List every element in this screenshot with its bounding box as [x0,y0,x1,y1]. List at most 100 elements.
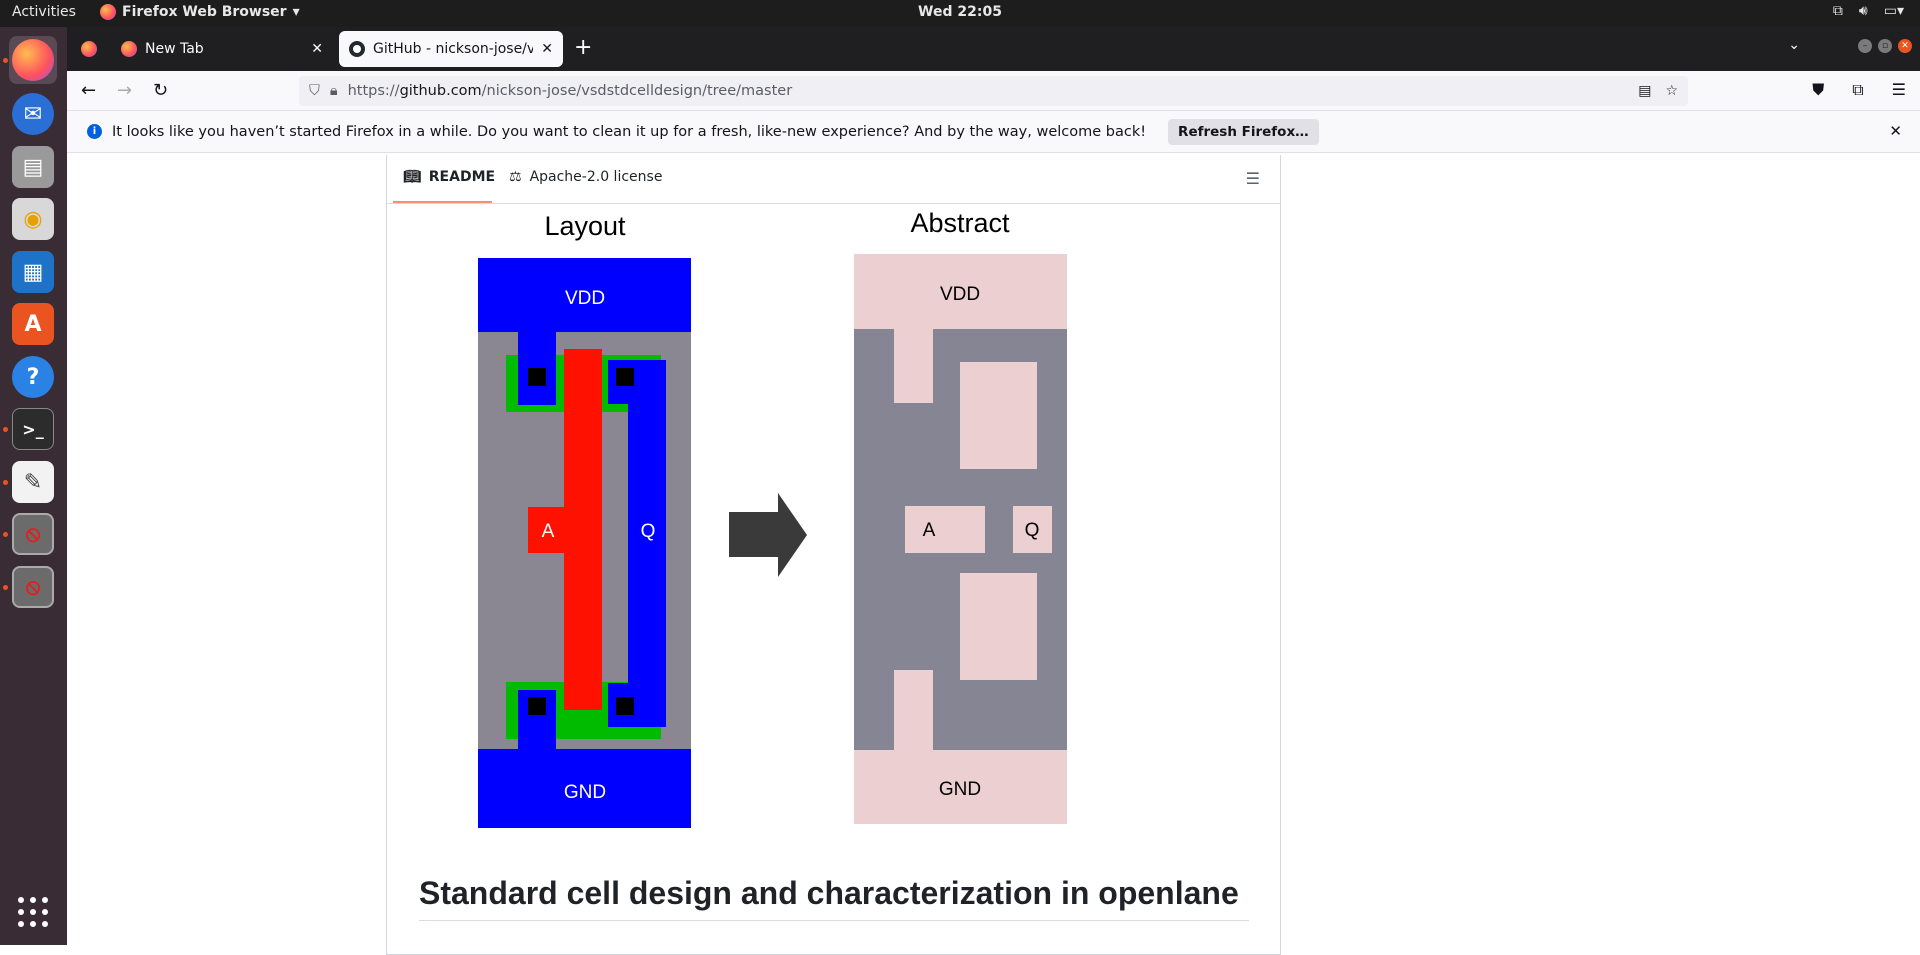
tab-github[interactable]: GitHub - nickson-jose/vsc ✕ [339,31,563,67]
layout-contact [528,368,546,386]
thunderbird-icon: ✉ [12,93,54,135]
system-top-bar: Activities Firefox Web Browser ▾ Wed 22:… [0,0,1920,27]
dock-rhythmbox[interactable]: ◉ [9,195,57,243]
dock-blocked-app-1[interactable]: ⦸ [9,510,57,558]
blocked-app-icon: ⦸ [12,566,54,608]
firefox-view-button[interactable] [71,31,103,67]
back-button[interactable]: ← [81,80,96,101]
arrow-right-icon [729,493,807,577]
chevron-down-icon[interactable]: ⌄ [1788,37,1800,53]
layout-contact [528,697,546,715]
readme-tabs: 📖︎ README ⚖ Apache-2.0 license ☰ [387,155,1280,204]
close-window-button[interactable]: ✕ [1898,39,1912,53]
url-text: https://github.com/nickson-jose/vsdstdce… [347,83,793,99]
abstract-gnd-label: GND [939,779,981,800]
files-icon: ▤ [12,146,54,188]
shield-icon[interactable]: ⛉ [309,83,320,99]
dock-terminal[interactable]: >_ [9,405,57,453]
minimize-button[interactable]: – [1858,39,1872,53]
toolbar-right: ⛊ ⧉ ☰ [1812,80,1906,100]
abstract-title: Abstract [910,208,1010,238]
tab-label: GitHub - nickson-jose/vsc [373,41,534,57]
layout-pin-q: Q [641,521,656,542]
active-tab-underline [393,201,492,203]
layout-contact [616,697,634,715]
help-icon: ? [12,356,54,398]
dock-blocked-app-2[interactable]: ⦸ [9,563,57,611]
tab-bar: New Tab ✕ GitHub - nickson-jose/vsc ✕ + … [67,27,1920,71]
readme-container: 📖︎ README ⚖ Apache-2.0 license ☰ Layout [386,155,1281,955]
blocked-app-icon: ⦸ [12,513,54,555]
notification-message: It looks like you haven’t started Firefo… [112,123,1147,140]
tab-readme[interactable]: 📖︎ README [403,169,495,185]
abstract-blockage [960,573,1037,680]
caret-down-icon: ▾ [292,4,300,20]
close-icon[interactable]: ✕ [541,41,553,57]
dock-firefox[interactable] [9,36,57,84]
menu-icon[interactable]: ☰ [1892,80,1906,100]
forward-button[interactable]: → [117,80,132,101]
layout-title: Layout [544,211,626,241]
clock[interactable]: Wed 22:05 [918,4,1002,20]
dock-text-editor[interactable]: ✎ [9,458,57,506]
section-heading: Standard cell design and characterizatio… [419,875,1249,921]
maximize-button[interactable]: ▫ [1878,39,1892,53]
extensions-icon[interactable]: ⧉ [1852,80,1863,100]
new-tab-button[interactable]: + [574,35,592,60]
abstract-pin-a: A [923,520,936,541]
abstract-vdd-label: VDD [940,284,980,305]
app-menu-label: Firefox Web Browser [122,4,287,20]
info-icon: i [87,124,102,139]
firefox-icon [121,41,137,57]
close-icon[interactable]: ✕ [311,41,323,57]
dock-thunderbird[interactable]: ✉ [9,90,57,138]
layout-to-abstract-figure: Layout VDD GND A Q Abstract VDD GND A Q [478,208,1067,828]
layout-poly-input [528,507,602,553]
tab-label: New Tab [145,41,204,57]
abstract-gnd-strap [894,670,933,752]
scale-icon: ⚖ [509,169,522,185]
layout-vdd-label: VDD [565,288,605,309]
dock: ✉ ▤ ◉ ▦ A ? >_ ✎ ⦸ ⦸ [0,27,67,945]
dock-software[interactable]: A [9,300,57,348]
running-indicator [3,480,8,485]
abstract-pin-a-block [905,506,985,553]
terminal-icon: >_ [12,408,54,450]
firefox-icon [12,39,54,81]
bookmark-star-icon[interactable]: ☆ [1665,83,1678,99]
reader-view-icon[interactable]: ▤ [1638,83,1651,99]
close-icon[interactable]: ✕ [1889,122,1902,140]
dock-writer[interactable]: ▦ [9,248,57,296]
volume-icon: 🔊︎ [1858,3,1868,19]
network-icon: ⧉ [1832,3,1843,19]
refresh-firefox-button[interactable]: Refresh Firefox… [1168,118,1319,145]
layout-gnd-label: GND [564,782,606,803]
tab-new-tab[interactable]: New Tab ✕ [111,31,333,67]
layout-pin-a: A [542,521,555,542]
dock-help[interactable]: ? [9,353,57,401]
show-apps-grid-icon[interactable] [18,897,48,927]
url-bar[interactable]: ⛉ 🔒︎ https://github.com/nickson-jose/vsd… [299,76,1688,106]
activities-button[interactable]: Activities [12,4,76,20]
url-actions: ▤ ☆ [1638,83,1678,99]
software-icon: A [12,303,54,345]
abstract-vdd-strap [894,327,933,403]
dock-files[interactable]: ▤ [9,143,57,191]
running-indicator [3,427,8,432]
abstract-pin-q: Q [1025,520,1040,541]
reload-button[interactable]: ↻ [153,80,168,101]
system-tray[interactable]: ⧉ 🔊︎ ▭▾ [1833,3,1904,19]
text-editor-icon: ✎ [12,461,54,503]
tab-license[interactable]: ⚖ Apache-2.0 license [509,169,662,185]
layout-contact [616,368,634,386]
app-menu[interactable]: Firefox Web Browser ▾ [100,4,300,20]
lock-icon[interactable]: 🔒︎ [330,83,338,99]
book-icon: 📖︎ [403,169,421,185]
table-of-contents-icon[interactable]: ☰ [1246,169,1260,188]
pocket-icon[interactable]: ⛊ [1812,80,1824,100]
refresh-notification-bar: i It looks like you haven’t started Fire… [67,111,1920,153]
running-indicator [3,532,8,537]
web-page: 📖︎ README ⚖ Apache-2.0 license ☰ Layout [67,153,1920,955]
running-indicator [3,58,8,63]
rhythmbox-icon: ◉ [12,198,54,240]
